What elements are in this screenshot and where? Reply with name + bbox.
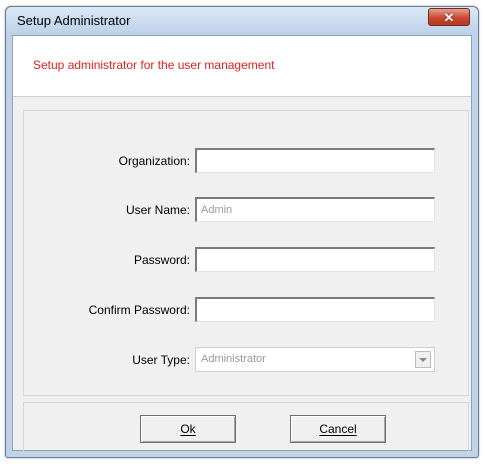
user-name-label: User Name: <box>125 203 190 217</box>
cancel-button[interactable]: Cancel <box>290 415 386 443</box>
setup-administrator-dialog: Setup Administrator ✕ Setup administrato… <box>5 6 479 458</box>
title-bar[interactable]: Setup Administrator ✕ <box>6 7 478 34</box>
confirm-password-input[interactable] <box>195 297 435 322</box>
header-banner: Setup administrator for the user managem… <box>13 36 471 97</box>
user-type-label: User Type: <box>132 353 190 367</box>
organization-row: Organization: <box>24 148 464 173</box>
confirm-password-row: Confirm Password: <box>24 297 464 322</box>
user-type-row: User Type: Administrator <box>24 347 464 372</box>
window-title: Setup Administrator <box>17 13 131 28</box>
dialog-client-area: Setup administrator for the user managem… <box>12 35 472 454</box>
button-bar: Ok Cancel <box>23 402 469 454</box>
organization-input[interactable] <box>195 148 435 173</box>
ok-button[interactable]: Ok <box>140 415 236 443</box>
password-label: Password: <box>133 253 190 267</box>
password-input[interactable] <box>195 247 435 272</box>
user-type-dropdown-button[interactable] <box>415 351 431 368</box>
confirm-password-label: Confirm Password: <box>88 303 190 317</box>
header-message: Setup administrator for the user managem… <box>33 58 275 72</box>
ok-button-label: Ok <box>180 422 196 436</box>
user-type-select[interactable]: Administrator <box>195 347 435 372</box>
user-name-row: User Name: <box>24 197 464 222</box>
close-icon: ✕ <box>443 9 455 25</box>
user-name-input[interactable] <box>195 197 435 222</box>
cancel-button-label: Cancel <box>319 422 357 436</box>
form-panel: Organization: User Name: Password: Confi… <box>23 110 469 396</box>
close-button[interactable]: ✕ <box>428 8 470 26</box>
password-row: Password: <box>24 247 464 272</box>
organization-label: Organization: <box>118 154 190 168</box>
chevron-down-icon <box>419 357 427 362</box>
user-type-value: Administrator <box>201 353 266 365</box>
